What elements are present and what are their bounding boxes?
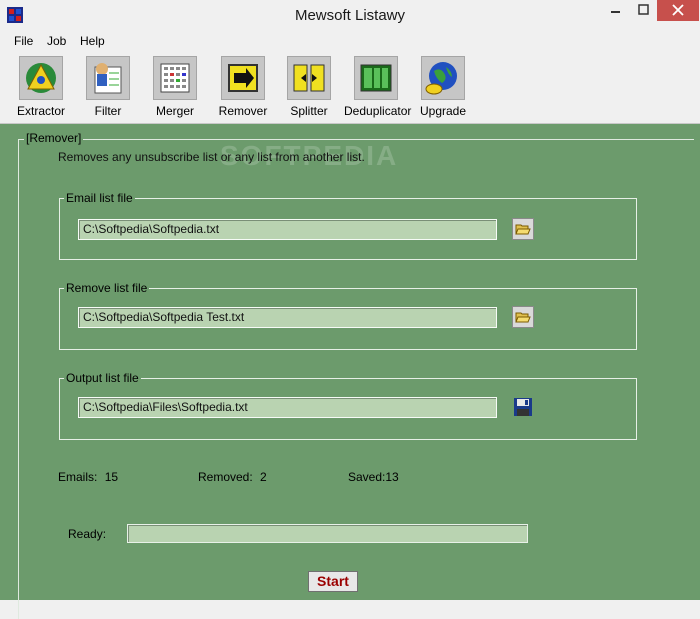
remover-group-title: [Remover] xyxy=(24,131,84,145)
menu-file[interactable]: File xyxy=(14,31,33,51)
upgrade-icon xyxy=(421,56,465,100)
removed-value: 2 xyxy=(260,470,267,484)
removed-stat: Removed: 2 xyxy=(198,470,267,484)
filter-icon xyxy=(86,56,130,100)
close-button[interactable] xyxy=(657,0,699,21)
remover-icon xyxy=(221,56,265,100)
output-list-label: Output list file xyxy=(64,371,141,385)
menu-bar: File Job Help xyxy=(0,31,700,51)
menu-help[interactable]: Help xyxy=(80,31,105,51)
toolbar-label: Splitter xyxy=(290,104,328,118)
splitter-icon xyxy=(287,56,331,100)
deduplicator-icon xyxy=(354,56,398,100)
output-list-save-button[interactable] xyxy=(512,396,534,418)
folder-open-icon xyxy=(515,224,531,235)
maximize-button[interactable] xyxy=(630,0,657,21)
email-list-label: Email list file xyxy=(64,191,135,205)
maximize-icon xyxy=(638,4,649,15)
saved-value: 13 xyxy=(385,470,399,484)
start-button[interactable]: Start xyxy=(308,571,358,592)
toolbar-remover[interactable]: Remover xyxy=(218,54,268,120)
remove-list-input[interactable]: C:\Softpedia\Softpedia Test.txt xyxy=(78,307,497,328)
close-icon xyxy=(672,4,684,16)
status-label: Ready: xyxy=(68,527,107,541)
saved-stat: Saved:13 xyxy=(348,470,399,484)
toolbar-label: Deduplicator xyxy=(344,104,412,118)
toolbar-filter[interactable]: Filter xyxy=(85,54,131,120)
toolbar-label: Extractor xyxy=(16,104,65,118)
minimize-button[interactable] xyxy=(601,0,630,21)
emails-label: Emails: xyxy=(58,470,98,484)
folder-open-icon xyxy=(515,312,531,323)
window-title: Mewsoft Listawy xyxy=(294,7,406,24)
toolbar-label: Remover xyxy=(218,104,268,118)
floppy-disk-icon xyxy=(514,398,532,416)
removed-label: Removed: xyxy=(198,470,253,484)
extractor-icon xyxy=(19,56,63,100)
email-list-input[interactable]: C:\Softpedia\Softpedia.txt xyxy=(78,219,497,240)
toolbar-splitter[interactable]: Splitter xyxy=(286,54,332,120)
remover-description: Removes any unsubscribe list or any list… xyxy=(58,150,365,164)
title-bar: Mewsoft Listawy xyxy=(0,0,700,31)
toolbar: Extractor Filter Merger Remover Splitter… xyxy=(0,51,700,124)
toolbar-label: Merger xyxy=(155,104,194,118)
toolbar-label: Upgrade xyxy=(420,104,467,118)
saved-label: Saved: xyxy=(348,470,386,484)
email-list-browse-button[interactable] xyxy=(512,218,534,240)
progress-bar xyxy=(127,524,528,543)
merger-icon xyxy=(153,56,197,100)
emails-stat: Emails: 15 xyxy=(58,470,118,484)
toolbar-upgrade[interactable]: Upgrade xyxy=(420,54,466,120)
emails-value: 15 xyxy=(104,470,119,484)
minimize-icon xyxy=(611,11,620,13)
output-list-input[interactable]: C:\Softpedia\Files\Softpedia.txt xyxy=(78,397,497,418)
toolbar-extractor[interactable]: Extractor xyxy=(14,54,68,120)
remove-list-label: Remove list file xyxy=(64,281,150,295)
menu-job[interactable]: Job xyxy=(47,31,66,51)
toolbar-merger[interactable]: Merger xyxy=(152,54,198,120)
remove-list-browse-button[interactable] xyxy=(512,306,534,328)
toolbar-deduplicator[interactable]: Deduplicator xyxy=(344,54,412,120)
toolbar-label: Filter xyxy=(94,104,122,118)
